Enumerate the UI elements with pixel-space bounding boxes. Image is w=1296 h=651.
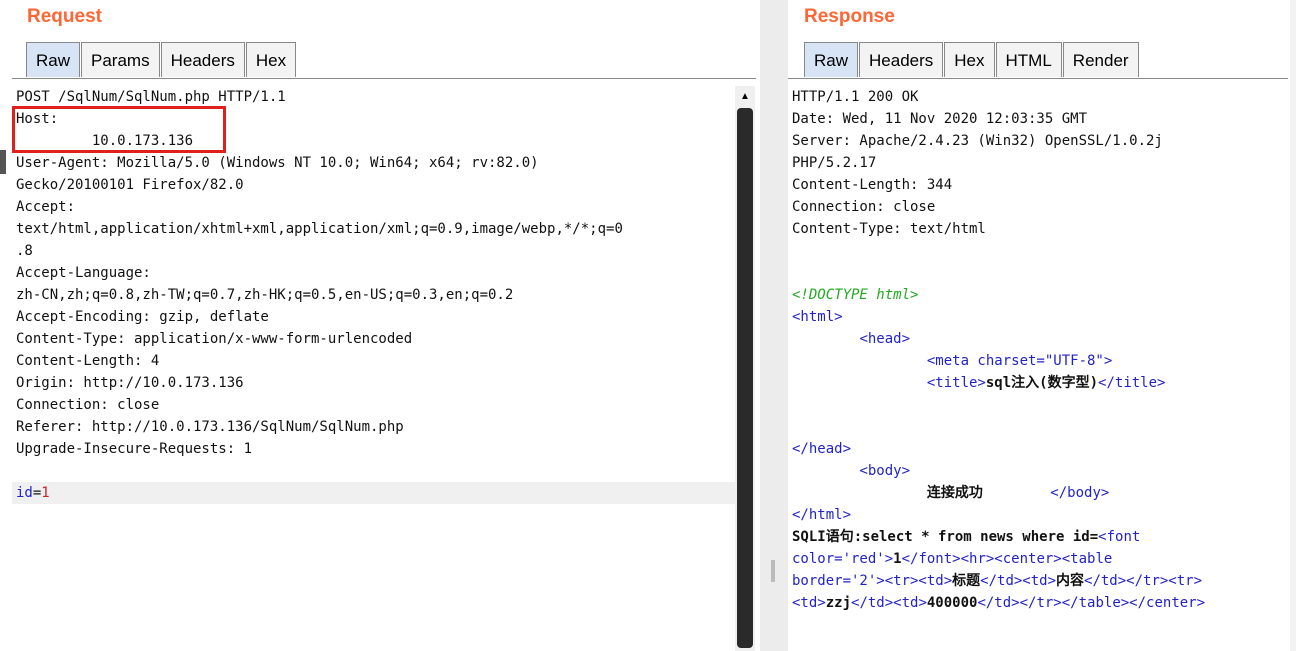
response-line: SQLI语句:select * from news where id=<font xyxy=(792,526,1288,548)
request-scrollbar[interactable]: ▲ xyxy=(735,86,755,651)
request-line: Gecko/20100101 Firefox/82.0 xyxy=(16,177,244,193)
scroll-up-arrow-icon[interactable]: ▲ xyxy=(735,88,755,106)
td-tags: </td><td> xyxy=(980,573,1057,589)
scroll-thumb[interactable] xyxy=(737,108,753,648)
table-cell-title: zzj xyxy=(825,595,852,611)
table-header-content: 内容 xyxy=(1056,573,1085,589)
response-line: <body> xyxy=(792,460,1288,482)
response-line: border='2'><tr><td>标题</td><td>内容</td></t… xyxy=(792,570,1288,592)
tab-raw[interactable]: Raw xyxy=(804,42,859,77)
request-line: Upgrade-Insecure-Requests: 1 xyxy=(16,441,253,457)
response-line: HTTP/1.1 200 OK xyxy=(792,89,919,105)
response-line: color='red'>1</font><hr><center><table xyxy=(792,548,1288,570)
response-line: <head> xyxy=(792,328,1288,350)
request-body-line: id=1 xyxy=(12,482,736,504)
table-open-tags: </font><hr><center><table xyxy=(901,551,1113,567)
response-line: Content-Length: 344 xyxy=(792,177,953,193)
tab-raw[interactable]: Raw xyxy=(26,42,81,77)
response-blank-line xyxy=(792,262,1288,284)
td-open-tag: <td> xyxy=(792,595,826,611)
request-line: text/html,application/xhtml+xml,applicat… xyxy=(16,221,623,237)
response-tabs: Raw Headers Hex HTML Render xyxy=(804,42,1140,77)
response-line: Content-Type: text/html xyxy=(792,221,986,237)
head-close-tag: </head> xyxy=(792,441,852,457)
body-close-tag: </body> xyxy=(1050,485,1110,501)
response-scrollbar[interactable] xyxy=(1290,0,1296,651)
table-cell-content: 400000 xyxy=(926,595,978,611)
response-line: <title>sql注入(数字型)</title> xyxy=(792,372,1288,394)
request-line: Accept-Language: xyxy=(16,265,151,281)
title-close-tag: </title> xyxy=(1098,375,1166,391)
request-line: Content-Type: application/x-www-form-url… xyxy=(16,331,413,347)
table-border-attr: border='2'><tr><td> xyxy=(792,573,953,589)
tab-render[interactable]: Render xyxy=(1062,42,1139,77)
td-tags: </td><td> xyxy=(851,595,927,611)
body-param-key: id xyxy=(16,485,33,501)
title-text: sql注入(数字型) xyxy=(985,375,1099,391)
response-title: Response xyxy=(804,6,895,27)
request-title: Request xyxy=(27,6,102,27)
response-tab-divider xyxy=(788,78,1288,79)
response-line: <td>zzj</td><td>400000</td></tr></table>… xyxy=(792,592,1288,614)
head-open-tag: <head> xyxy=(859,331,911,347)
tab-hex[interactable]: Hex xyxy=(944,42,995,77)
response-editor[interactable]: HTTP/1.1 200 OK Date: Wed, 11 Nov 2020 1… xyxy=(792,86,1288,614)
sql-statement-text: SQLI语句:select * from news where id= xyxy=(792,529,1099,545)
font-open-tag: <font xyxy=(1098,529,1141,545)
response-line: Date: Wed, 11 Nov 2020 12:03:35 GMT xyxy=(792,111,1088,127)
tab-params[interactable]: Params xyxy=(81,42,160,77)
response-blank-line xyxy=(792,240,1288,262)
divider-grip-icon[interactable] xyxy=(771,560,775,582)
response-line: Connection: close xyxy=(792,199,936,215)
request-line: User-Agent: Mozilla/5.0 (Windows NT 10.0… xyxy=(16,155,539,171)
sql-id-value: 1 xyxy=(893,551,902,567)
response-blank-line xyxy=(792,416,1288,438)
request-tab-divider xyxy=(12,78,756,79)
request-line: Connection: close xyxy=(16,397,160,413)
html-close-tag: </html> xyxy=(792,507,852,523)
response-line: Server: Apache/2.4.23 (Win32) OpenSSL/1.… xyxy=(792,133,1163,149)
gutter-marker xyxy=(0,150,6,174)
response-line: </html> xyxy=(792,504,1288,526)
tr-tags: </td></tr><tr> xyxy=(1084,573,1203,589)
html-open-tag: <html> xyxy=(792,309,843,325)
response-line: PHP/5.2.17 xyxy=(792,155,877,171)
request-line: .8 xyxy=(16,243,33,259)
request-line: Referer: http://10.0.173.136/SqlNum/SqlN… xyxy=(16,419,404,435)
body-open-tag: <body> xyxy=(859,463,911,479)
title-open-tag: <title> xyxy=(926,375,986,391)
body-param-value: 1 xyxy=(41,485,50,501)
request-line: POST /SqlNum/SqlNum.php HTTP/1.1 xyxy=(16,89,286,105)
response-line: <html> xyxy=(792,306,1288,328)
response-line: <!DOCTYPE html> xyxy=(792,284,1288,306)
tab-headers[interactable]: Headers xyxy=(160,42,245,77)
body-text: 连接成功 xyxy=(926,485,983,501)
request-tabs: Raw Params Headers Hex xyxy=(26,42,297,77)
font-color-attr: color='red'> xyxy=(792,551,894,567)
pane-divider[interactable] xyxy=(760,0,788,651)
response-blank-line xyxy=(792,394,1288,416)
request-line xyxy=(16,460,734,482)
response-line: </head> xyxy=(792,438,1288,460)
tab-html[interactable]: HTML xyxy=(995,42,1062,77)
request-line: Origin: http://10.0.173.136 xyxy=(16,375,244,391)
request-line: zh-CN,zh;q=0.8,zh-TW;q=0.7,zh-HK;q=0.5,e… xyxy=(16,287,514,303)
request-line: Content-Length: 4 xyxy=(16,353,160,369)
request-line: Accept: xyxy=(16,199,76,215)
response-line: <meta charset="UTF-8"> xyxy=(792,350,1288,372)
tab-hex[interactable]: Hex xyxy=(245,42,297,77)
request-line: Accept-Encoding: gzip, deflate xyxy=(16,309,269,325)
doctype-tag: <!DOCTYPE html> xyxy=(792,287,919,303)
host-highlight-box xyxy=(12,106,226,153)
table-header-title: 标题 xyxy=(952,573,981,589)
table-close-tags: </td></tr></table></center> xyxy=(977,595,1206,611)
meta-tag: <meta charset="UTF-8"> xyxy=(926,353,1113,369)
tab-headers[interactable]: Headers xyxy=(859,42,944,77)
response-line: 连接成功 </body> xyxy=(792,482,1288,504)
